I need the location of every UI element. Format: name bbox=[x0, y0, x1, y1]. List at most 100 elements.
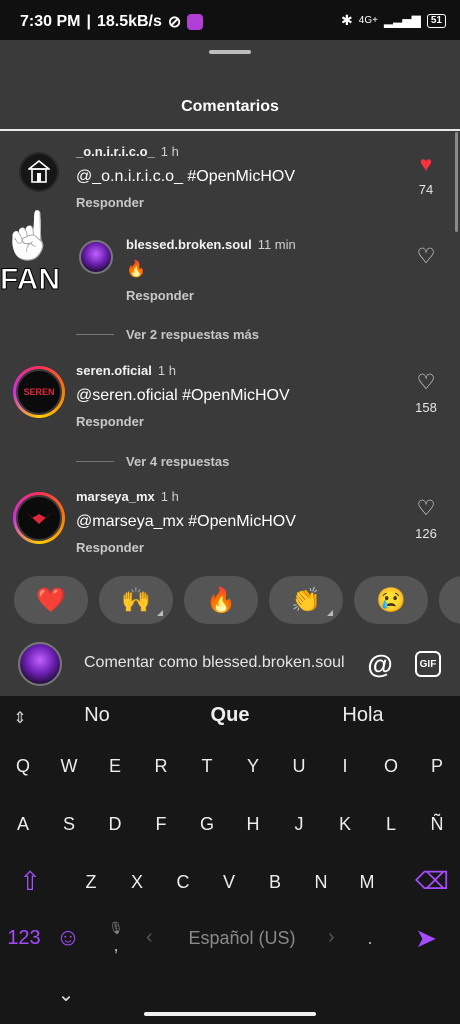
cursor-right-icon[interactable]: › bbox=[328, 926, 335, 949]
like-count: 126 bbox=[415, 526, 437, 541]
view-more-replies[interactable]: Ver 4 respuestas bbox=[76, 454, 229, 469]
key-q[interactable]: Q bbox=[3, 746, 43, 786]
keyboard: ⇕ No Que Hola QWERTYUIOP ASDFGHJKLÑ ZXCV… bbox=[0, 696, 460, 1024]
avatar[interactable]: SEREN bbox=[13, 366, 65, 418]
key-f[interactable]: F bbox=[141, 804, 181, 844]
suggestion-item[interactable]: Que bbox=[190, 704, 270, 734]
comment-time: 1 h bbox=[160, 489, 179, 504]
send-icon[interactable]: ➤ bbox=[406, 918, 446, 958]
heart-outline-icon: ♡ bbox=[416, 371, 436, 394]
status-bar: 7:30 PM | 18.5kB/s ⊘ ✱ 4G+ ▂▃▅▇ 51 bbox=[0, 0, 460, 40]
comment-text: @seren.oficial #OpenMicHOV bbox=[76, 387, 290, 404]
period-key[interactable]: . bbox=[350, 918, 390, 958]
suggestion-item[interactable]: Hola bbox=[323, 704, 403, 734]
key-u[interactable]: U bbox=[279, 746, 319, 786]
comment-input[interactable]: Comentar como blessed.broken.soul bbox=[84, 654, 350, 672]
key-d[interactable]: D bbox=[95, 804, 135, 844]
shift-key[interactable]: ⇧ bbox=[10, 861, 50, 901]
comment-time: 1 h bbox=[160, 144, 179, 159]
mute-icon: ⊘ bbox=[167, 14, 182, 31]
key-m[interactable]: M bbox=[347, 862, 387, 902]
key-o[interactable]: O bbox=[371, 746, 411, 786]
key-h[interactable]: H bbox=[233, 804, 273, 844]
emoji-key-icon[interactable]: ☺ bbox=[48, 918, 88, 958]
gesture-navigation-bar[interactable] bbox=[144, 1012, 316, 1016]
comment-time: 11 min bbox=[257, 237, 296, 252]
key-z[interactable]: Z bbox=[71, 862, 111, 902]
comment-username[interactable]: marseya_mx 1 h bbox=[76, 489, 179, 504]
key-b[interactable]: B bbox=[255, 862, 295, 902]
avatar[interactable] bbox=[79, 240, 113, 274]
space-key[interactable]: Español (US) bbox=[150, 928, 334, 949]
comment-composer: Comentar como blessed.broken.soul @ GIF bbox=[0, 640, 460, 696]
key-g[interactable]: G bbox=[187, 804, 227, 844]
key-s[interactable]: S bbox=[49, 804, 89, 844]
status-speed: 18.5kB/s bbox=[96, 13, 162, 30]
key-p[interactable]: P bbox=[417, 746, 457, 786]
reply-button[interactable]: Responder bbox=[76, 540, 144, 555]
comma-key[interactable]: 🎙 , bbox=[96, 918, 136, 958]
key-n[interactable]: N bbox=[301, 862, 341, 902]
avatar[interactable] bbox=[19, 152, 59, 192]
avatar-logo: SEREN bbox=[16, 369, 62, 415]
house-logo-icon bbox=[28, 160, 50, 183]
expand-suggestions-icon[interactable]: ⇕ bbox=[0, 698, 40, 738]
view-more-replies[interactable]: Ver 2 respuestas más bbox=[76, 327, 259, 342]
key-e[interactable]: E bbox=[95, 746, 135, 786]
suggestion-item[interactable]: No bbox=[57, 704, 137, 734]
comment-username[interactable]: seren.oficial 1 h bbox=[76, 363, 176, 378]
divider-line bbox=[76, 334, 114, 335]
reply-button[interactable]: Responder bbox=[76, 414, 144, 429]
gif-button[interactable]: GIF bbox=[415, 651, 441, 677]
avatar[interactable] bbox=[13, 492, 65, 544]
key-i[interactable]: I bbox=[325, 746, 365, 786]
emoji-crying-button[interactable]: 😢 bbox=[354, 576, 428, 624]
key-y[interactable]: Y bbox=[233, 746, 273, 786]
key-x[interactable]: X bbox=[117, 862, 157, 902]
emoji-heart-button[interactable]: ❤️ bbox=[14, 576, 88, 624]
like-button[interactable]: ♡ 158 bbox=[406, 371, 446, 416]
key-j[interactable]: J bbox=[279, 804, 319, 844]
key-c[interactable]: C bbox=[163, 862, 203, 902]
sheet-divider bbox=[0, 129, 460, 131]
scrollbar[interactable] bbox=[455, 132, 458, 232]
fan-sticker: ☝ FAN bbox=[0, 205, 61, 295]
hide-keyboard-chevron-icon[interactable]: ⌄ bbox=[46, 974, 86, 1014]
sheet-title: Comentarios bbox=[181, 98, 279, 115]
heart-filled-icon: ♥ bbox=[419, 153, 433, 176]
emoji-more-button[interactable] bbox=[439, 576, 460, 624]
key-w[interactable]: W bbox=[49, 746, 89, 786]
like-count: 158 bbox=[415, 400, 437, 415]
comment-username[interactable]: blessed.broken.soul 11 min bbox=[126, 237, 296, 252]
emoji-raised-hands-button[interactable]: 🙌 bbox=[99, 576, 173, 624]
backspace-key[interactable]: ⌫ bbox=[412, 861, 452, 901]
key-r[interactable]: R bbox=[141, 746, 181, 786]
key-t[interactable]: T bbox=[187, 746, 227, 786]
reply-button[interactable]: Responder bbox=[126, 288, 194, 303]
status-time: 7:30 PM bbox=[20, 13, 81, 30]
emoji-reaction-bar: ❤️ 🙌 🔥 👏 😢 bbox=[0, 560, 460, 648]
avatar bbox=[18, 642, 62, 686]
key-v[interactable]: V bbox=[209, 862, 249, 902]
numbers-key[interactable]: 123 bbox=[2, 918, 46, 958]
emoji-fire-button[interactable]: 🔥 bbox=[184, 576, 258, 624]
emoji-clap-button[interactable]: 👏 bbox=[269, 576, 343, 624]
avatar-logo-icon bbox=[16, 495, 62, 541]
bluetooth-icon: ✱ bbox=[341, 12, 353, 28]
comments-sheet: Comentarios _o.n.i.r.i.c.o_ 1 h @_o.n.i.r… bbox=[0, 40, 460, 696]
like-button[interactable]: ♡ bbox=[406, 246, 446, 268]
comment-username[interactable]: _o.n.i.r.i.c.o_ 1 h bbox=[76, 144, 179, 159]
divider-line bbox=[76, 461, 114, 462]
like-button[interactable]: ♥ 74 bbox=[406, 153, 446, 198]
key-k[interactable]: K bbox=[325, 804, 365, 844]
mention-button[interactable]: @ bbox=[366, 649, 394, 679]
key-ñ[interactable]: Ñ bbox=[417, 804, 457, 844]
heart-outline-icon: ♡ bbox=[416, 245, 436, 268]
sheet-drag-handle[interactable] bbox=[209, 50, 251, 54]
key-l[interactable]: L bbox=[371, 804, 411, 844]
status-right: ✱ 4G+ ▂▃▅▇ 51 bbox=[341, 12, 446, 29]
like-button[interactable]: ♡ 126 bbox=[406, 498, 446, 542]
like-count: 74 bbox=[418, 182, 434, 197]
reply-button[interactable]: Responder bbox=[76, 195, 144, 210]
key-a[interactable]: A bbox=[3, 804, 43, 844]
